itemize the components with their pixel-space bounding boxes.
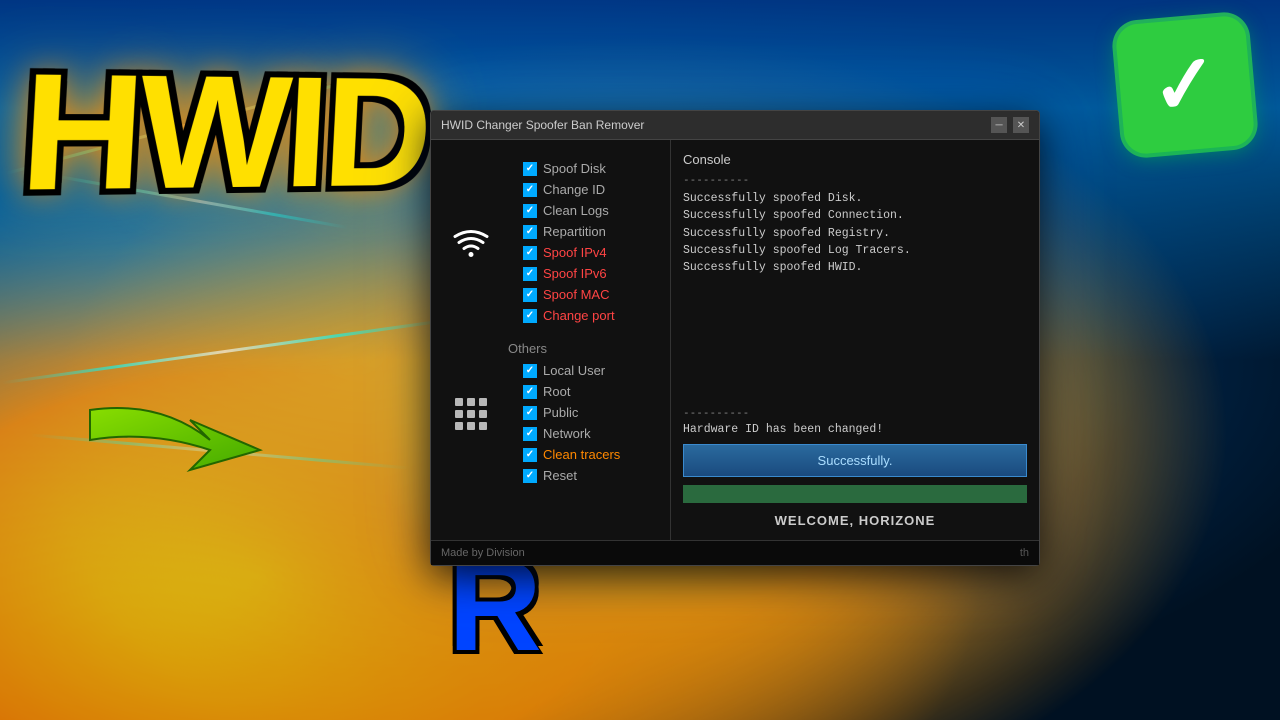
app-content: ✓ Spoof Disk ✓ Change ID ✓ Clean Logs ✓ …: [431, 140, 1039, 540]
console-title: Console: [683, 152, 1027, 167]
progress-bar: [683, 485, 1027, 503]
console-line-4: Successfully spoofed Log Tracers.: [683, 244, 911, 257]
checkbox-local-user[interactable]: ✓: [523, 364, 537, 378]
list-item: ✓ Root: [508, 381, 635, 402]
checkbox-spoof-ipv6[interactable]: ✓: [523, 267, 537, 281]
list-item: ✓ Local User: [508, 360, 635, 381]
checkbox-root[interactable]: ✓: [523, 385, 537, 399]
success-button[interactable]: Successfully.: [683, 444, 1027, 477]
list-item: ✓ Repartition: [508, 221, 630, 242]
item-label-local-user: Local User: [543, 363, 605, 378]
grid-icon: [453, 396, 489, 432]
list-item: ✓ Change ID: [508, 179, 630, 200]
welcome-text: WELCOME, HORIZONE: [683, 513, 1027, 528]
checkbox-spoof-ipv4[interactable]: ✓: [523, 246, 537, 260]
wifi-checklist-group: ✓ Spoof Disk ✓ Change ID ✓ Clean Logs ✓ …: [508, 158, 630, 326]
checkbox-spoof-disk[interactable]: ✓: [523, 162, 537, 176]
console-line-2: Successfully spoofed Connection.: [683, 209, 904, 222]
list-item: ✓ Spoof IPv4: [508, 242, 630, 263]
checkbox-repartition[interactable]: ✓: [523, 225, 537, 239]
item-label-spoof-disk: Spoof Disk: [543, 161, 606, 176]
checkbox-clean-tracers[interactable]: ✓: [523, 448, 537, 462]
title-bar: HWID Changer Spoofer Ban Remover ─ ✕: [431, 111, 1039, 140]
item-label-network: Network: [543, 426, 591, 441]
item-label-change-id: Change ID: [543, 182, 605, 197]
wifi-icon-container: [446, 225, 496, 260]
others-section: Others ✓ Local User ✓ Root ✓ Public ✓: [431, 336, 670, 491]
console-line-5: Successfully spoofed HWID.: [683, 261, 862, 274]
checkbox-clean-logs[interactable]: ✓: [523, 204, 537, 218]
item-label-change-port: Change port: [543, 308, 615, 323]
hardware-changed-msg: Hardware ID has been changed!: [683, 423, 1027, 436]
console-line-1: Successfully spoofed Disk.: [683, 192, 862, 205]
item-label-public: Public: [543, 405, 578, 420]
console-line-3: Successfully spoofed Registry.: [683, 227, 890, 240]
close-button[interactable]: ✕: [1013, 117, 1029, 133]
version-label: th: [1020, 547, 1029, 559]
wifi-icon: [451, 225, 491, 260]
hwid-title: HWID: [17, 57, 430, 208]
others-label: Others: [508, 341, 635, 356]
window-controls: ─ ✕: [991, 117, 1029, 133]
item-label-root: Root: [543, 384, 570, 399]
item-label-clean-logs: Clean Logs: [543, 203, 609, 218]
checkbox-network[interactable]: ✓: [523, 427, 537, 441]
console-output: Successfully spoofed Disk. Successfully …: [683, 190, 1027, 402]
others-checklist-group: Others ✓ Local User ✓ Root ✓ Public ✓: [508, 341, 635, 486]
item-label-repartition: Repartition: [543, 224, 606, 239]
checkmark-badge: [1115, 15, 1256, 156]
item-label-spoof-ipv6: Spoof IPv6: [543, 266, 607, 281]
right-panel: Console ---------- Successfully spoofed …: [671, 140, 1039, 540]
list-item: ✓ Clean tracers: [508, 444, 635, 465]
list-item: ✓ Spoof IPv6: [508, 263, 630, 284]
made-by-label: Made by Division: [441, 547, 525, 559]
checkbox-reset[interactable]: ✓: [523, 469, 537, 483]
checkbox-change-id[interactable]: ✓: [523, 183, 537, 197]
minimize-button[interactable]: ─: [991, 117, 1007, 133]
list-item: ✓ Network: [508, 423, 635, 444]
list-item: ✓ Public: [508, 402, 635, 423]
grid-icon-container: [446, 396, 496, 432]
arrow-graphic: [80, 380, 280, 505]
left-panel: ✓ Spoof Disk ✓ Change ID ✓ Clean Logs ✓ …: [431, 140, 671, 540]
list-item: ✓ Reset: [508, 465, 635, 486]
checkbox-spoof-mac[interactable]: ✓: [523, 288, 537, 302]
item-label-reset: Reset: [543, 468, 577, 483]
app-window: HWID Changer Spoofer Ban Remover ─ ✕: [430, 110, 1040, 566]
console-divider-1: ----------: [683, 173, 1027, 186]
checkbox-change-port[interactable]: ✓: [523, 309, 537, 323]
wifi-section: ✓ Spoof Disk ✓ Change ID ✓ Clean Logs ✓ …: [431, 148, 670, 336]
checkbox-public[interactable]: ✓: [523, 406, 537, 420]
list-item: ✓ Spoof MAC: [508, 284, 630, 305]
item-label-spoof-mac: Spoof MAC: [543, 287, 609, 302]
list-item: ✓ Change port: [508, 305, 630, 326]
bottom-bar: Made by Division th: [431, 540, 1039, 565]
list-item: ✓ Clean Logs: [508, 200, 630, 221]
list-item: ✓ Spoof Disk: [508, 158, 630, 179]
item-label-spoof-ipv4: Spoof IPv4: [543, 245, 607, 260]
console-divider-2: ----------: [683, 406, 1027, 419]
window-title: HWID Changer Spoofer Ban Remover: [441, 118, 644, 132]
item-label-clean-tracers: Clean tracers: [543, 447, 620, 462]
